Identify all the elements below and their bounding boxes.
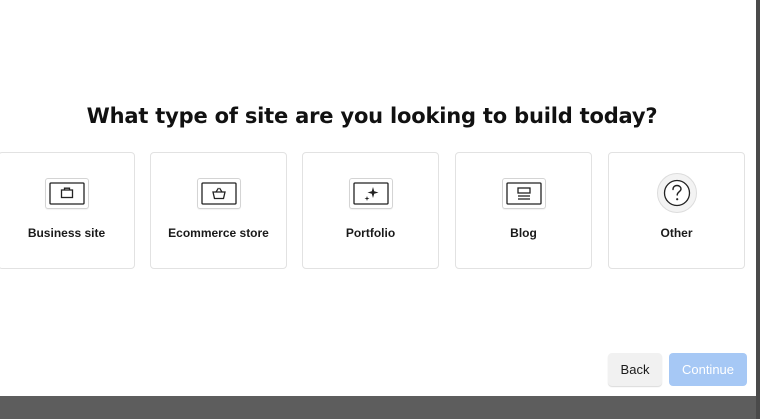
option-portfolio[interactable]: Portfolio xyxy=(302,152,439,269)
back-button[interactable]: Back xyxy=(608,353,662,386)
window-edge xyxy=(756,0,760,419)
basket-icon xyxy=(196,178,241,209)
sparkle-icon xyxy=(348,178,393,209)
option-label: Business site xyxy=(27,226,106,240)
briefcase-icon xyxy=(44,178,89,209)
blog-layout-icon xyxy=(501,178,546,209)
continue-button[interactable]: Continue xyxy=(669,353,747,386)
option-other[interactable]: Other xyxy=(608,152,745,269)
option-business-site[interactable]: Business site xyxy=(0,152,135,269)
page-title: What type of site are you looking to bui… xyxy=(86,104,658,128)
site-type-dialog: What type of site are you looking to bui… xyxy=(0,0,756,396)
question-mark-icon xyxy=(656,173,697,213)
option-label: Other xyxy=(660,226,693,240)
option-blog[interactable]: Blog xyxy=(455,152,592,269)
option-label: Blog xyxy=(510,226,537,240)
option-label: Ecommerce store xyxy=(168,226,269,240)
option-label: Portfolio xyxy=(345,226,396,240)
option-ecommerce-store[interactable]: Ecommerce store xyxy=(150,152,287,269)
